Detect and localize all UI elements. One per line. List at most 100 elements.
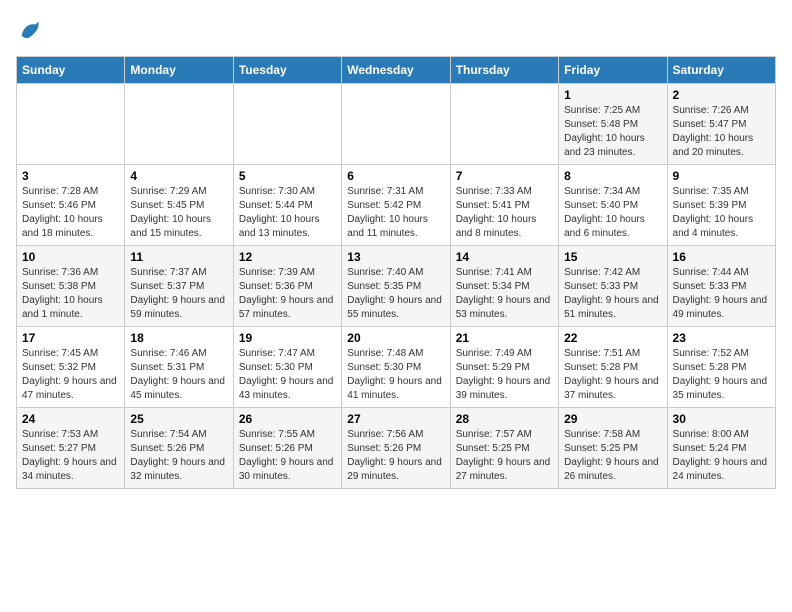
day-number: 1 [564, 88, 661, 102]
calendar-week-row: 10 Sunrise: 7:36 AM Sunset: 5:38 PM Dayli… [17, 246, 776, 327]
day-info: Sunrise: 7:34 AM Sunset: 5:40 PM Dayligh… [564, 185, 661, 241]
calendar-cell [125, 84, 233, 165]
day-number: 26 [239, 412, 336, 426]
calendar-cell: 5 Sunrise: 7:30 AM Sunset: 5:44 PM Daylig… [233, 165, 341, 246]
calendar-cell: 12 Sunrise: 7:39 AM Sunset: 5:36 PM Dayli… [233, 246, 341, 327]
day-number: 14 [456, 250, 553, 264]
day-number: 15 [564, 250, 661, 264]
day-number: 7 [456, 169, 553, 183]
day-info: Sunrise: 7:42 AM Sunset: 5:33 PM Dayligh… [564, 266, 661, 322]
day-info: Sunrise: 7:39 AM Sunset: 5:36 PM Dayligh… [239, 266, 336, 322]
col-header-wednesday: Wednesday [342, 57, 450, 84]
calendar-cell: 26 Sunrise: 7:55 AM Sunset: 5:26 PM Dayli… [233, 408, 341, 489]
calendar-cell: 4 Sunrise: 7:29 AM Sunset: 5:45 PM Daylig… [125, 165, 233, 246]
col-header-thursday: Thursday [450, 57, 558, 84]
day-info: Sunrise: 7:57 AM Sunset: 5:25 PM Dayligh… [456, 428, 553, 484]
calendar-week-row: 3Sunrise: 7:28 AM Sunset: 5:46 PM Daylig… [17, 165, 776, 246]
day-info: Sunrise: 7:41 AM Sunset: 5:34 PM Dayligh… [456, 266, 553, 322]
col-header-tuesday: Tuesday [233, 57, 341, 84]
day-info: Sunrise: 7:55 AM Sunset: 5:26 PM Dayligh… [239, 428, 336, 484]
calendar-cell: 18 Sunrise: 7:46 AM Sunset: 5:31 PM Dayli… [125, 327, 233, 408]
calendar-cell: 22 Sunrise: 7:51 AM Sunset: 5:28 PM Dayli… [559, 327, 667, 408]
day-number: 24 [22, 412, 119, 426]
day-info: Sunrise: 7:48 AM Sunset: 5:30 PM Dayligh… [347, 347, 444, 403]
day-info: Sunrise: 7:35 AM Sunset: 5:39 PM Dayligh… [673, 185, 770, 241]
day-info: Sunrise: 7:58 AM Sunset: 5:25 PM Dayligh… [564, 428, 661, 484]
day-number: 2 [673, 88, 770, 102]
day-number: 12 [239, 250, 336, 264]
calendar-table: SundayMondayTuesdayWednesdayThursdayFrid… [16, 56, 776, 489]
day-number: 3 [22, 169, 119, 183]
day-number: 28 [456, 412, 553, 426]
day-info: Sunrise: 7:36 AM Sunset: 5:38 PM Dayligh… [22, 266, 119, 322]
calendar-cell: 15 Sunrise: 7:42 AM Sunset: 5:33 PM Dayli… [559, 246, 667, 327]
day-number: 20 [347, 331, 444, 345]
day-number: 30 [673, 412, 770, 426]
calendar-cell: 14 Sunrise: 7:41 AM Sunset: 5:34 PM Dayli… [450, 246, 558, 327]
calendar-cell [17, 84, 125, 165]
day-info: Sunrise: 7:31 AM Sunset: 5:42 PM Dayligh… [347, 185, 444, 241]
calendar-cell: 30 Sunrise: 8:00 AM Sunset: 5:24 PM Dayli… [667, 408, 775, 489]
calendar-cell: 24 Sunrise: 7:53 AM Sunset: 5:27 PM Dayli… [17, 408, 125, 489]
day-number: 5 [239, 169, 336, 183]
day-info: Sunrise: 7:53 AM Sunset: 5:27 PM Dayligh… [22, 428, 119, 484]
calendar-cell: 9 Sunrise: 7:35 AM Sunset: 5:39 PM Daylig… [667, 165, 775, 246]
day-info: Sunrise: 7:26 AM Sunset: 5:47 PM Dayligh… [673, 104, 770, 160]
day-number: 16 [673, 250, 770, 264]
day-number: 9 [673, 169, 770, 183]
day-info: Sunrise: 7:40 AM Sunset: 5:35 PM Dayligh… [347, 266, 444, 322]
day-info: Sunrise: 7:54 AM Sunset: 5:26 PM Dayligh… [130, 428, 227, 484]
day-info: Sunrise: 7:49 AM Sunset: 5:29 PM Dayligh… [456, 347, 553, 403]
day-info: Sunrise: 7:33 AM Sunset: 5:41 PM Dayligh… [456, 185, 553, 241]
calendar-cell: 1 Sunrise: 7:25 AM Sunset: 5:48 PM Daylig… [559, 84, 667, 165]
day-number: 10 [22, 250, 119, 264]
calendar-week-row: 17 Sunrise: 7:45 AM Sunset: 5:32 PM Dayli… [17, 327, 776, 408]
calendar-cell: 7 Sunrise: 7:33 AM Sunset: 5:41 PM Daylig… [450, 165, 558, 246]
day-number: 8 [564, 169, 661, 183]
calendar-cell: 10 Sunrise: 7:36 AM Sunset: 5:38 PM Dayli… [17, 246, 125, 327]
day-info: Sunrise: 7:56 AM Sunset: 5:26 PM Dayligh… [347, 428, 444, 484]
day-info: Sunrise: 7:29 AM Sunset: 5:45 PM Dayligh… [130, 185, 227, 241]
calendar-cell: 28 Sunrise: 7:57 AM Sunset: 5:25 PM Dayli… [450, 408, 558, 489]
day-number: 17 [22, 331, 119, 345]
day-number: 21 [456, 331, 553, 345]
col-header-saturday: Saturday [667, 57, 775, 84]
calendar-cell: 16 Sunrise: 7:44 AM Sunset: 5:33 PM Dayli… [667, 246, 775, 327]
calendar-cell: 20 Sunrise: 7:48 AM Sunset: 5:30 PM Dayli… [342, 327, 450, 408]
col-header-sunday: Sunday [17, 57, 125, 84]
day-info: Sunrise: 8:00 AM Sunset: 5:24 PM Dayligh… [673, 428, 770, 484]
day-number: 4 [130, 169, 227, 183]
logo [16, 16, 48, 44]
day-info: Sunrise: 7:52 AM Sunset: 5:28 PM Dayligh… [673, 347, 770, 403]
col-header-friday: Friday [559, 57, 667, 84]
day-info: Sunrise: 7:30 AM Sunset: 5:44 PM Dayligh… [239, 185, 336, 241]
calendar-cell: 2 Sunrise: 7:26 AM Sunset: 5:47 PM Daylig… [667, 84, 775, 165]
calendar-cell: 23 Sunrise: 7:52 AM Sunset: 5:28 PM Dayli… [667, 327, 775, 408]
calendar-cell [342, 84, 450, 165]
calendar-cell: 8 Sunrise: 7:34 AM Sunset: 5:40 PM Daylig… [559, 165, 667, 246]
day-info: Sunrise: 7:25 AM Sunset: 5:48 PM Dayligh… [564, 104, 661, 160]
day-info: Sunrise: 7:46 AM Sunset: 5:31 PM Dayligh… [130, 347, 227, 403]
day-number: 6 [347, 169, 444, 183]
day-number: 23 [673, 331, 770, 345]
calendar-week-row: 1 Sunrise: 7:25 AM Sunset: 5:48 PM Daylig… [17, 84, 776, 165]
calendar-week-row: 24 Sunrise: 7:53 AM Sunset: 5:27 PM Dayli… [17, 408, 776, 489]
day-info: Sunrise: 7:45 AM Sunset: 5:32 PM Dayligh… [22, 347, 119, 403]
calendar-cell: 27Sunrise: 7:56 AM Sunset: 5:26 PM Dayli… [342, 408, 450, 489]
day-number: 22 [564, 331, 661, 345]
calendar-cell: 13 Sunrise: 7:40 AM Sunset: 5:35 PM Dayli… [342, 246, 450, 327]
day-number: 13 [347, 250, 444, 264]
day-info: Sunrise: 7:37 AM Sunset: 5:37 PM Dayligh… [130, 266, 227, 322]
day-number: 18 [130, 331, 227, 345]
day-number: 11 [130, 250, 227, 264]
logo-bird-icon [16, 16, 44, 44]
day-number: 19 [239, 331, 336, 345]
day-info: Sunrise: 7:44 AM Sunset: 5:33 PM Dayligh… [673, 266, 770, 322]
calendar-cell: 6 Sunrise: 7:31 AM Sunset: 5:42 PM Daylig… [342, 165, 450, 246]
calendar-cell: 21 Sunrise: 7:49 AM Sunset: 5:29 PM Dayli… [450, 327, 558, 408]
day-info: Sunrise: 7:51 AM Sunset: 5:28 PM Dayligh… [564, 347, 661, 403]
day-number: 25 [130, 412, 227, 426]
calendar-cell: 19Sunrise: 7:47 AM Sunset: 5:30 PM Dayli… [233, 327, 341, 408]
calendar-cell [233, 84, 341, 165]
calendar-cell [450, 84, 558, 165]
